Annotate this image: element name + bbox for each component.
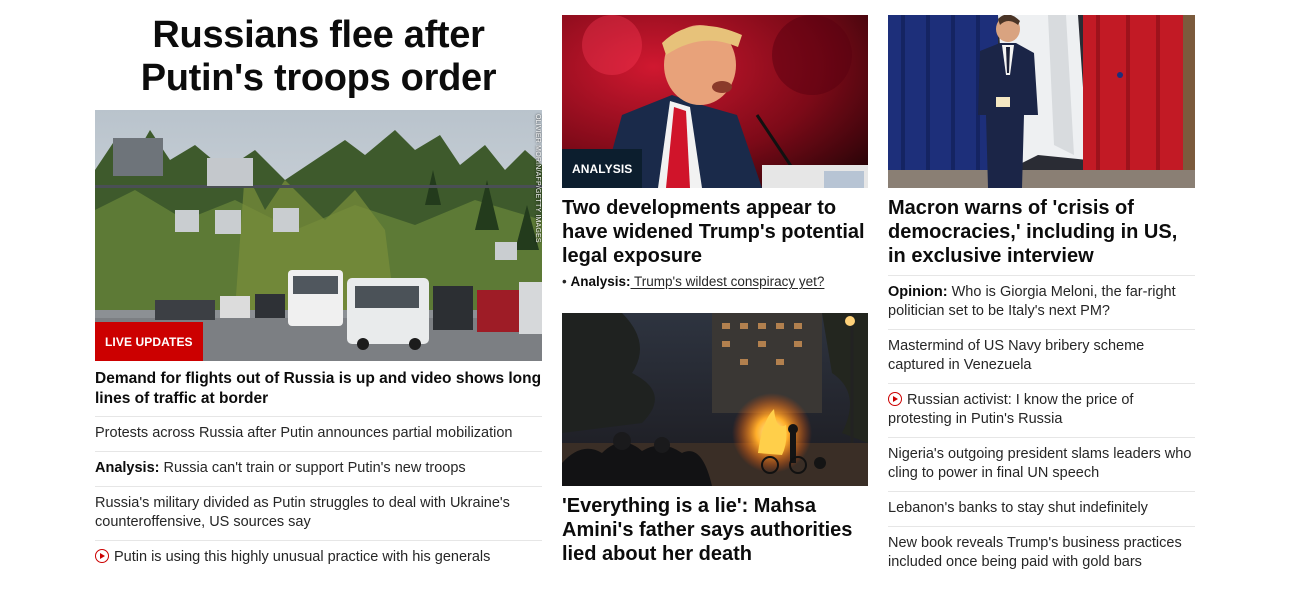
list-item-text: Mastermind of US Navy bribery scheme cap… (888, 338, 1145, 373)
iran-protest-image (562, 313, 868, 486)
list-item-link[interactable]: Lebanon's banks to stay shut indefinitel… (888, 500, 1148, 516)
list-item-text: New book reveals Trump's business practi… (888, 535, 1182, 570)
iran-protest-photo[interactable] (562, 313, 868, 486)
list-item-text: Russian activist: I know the price of pr… (888, 392, 1134, 427)
lead-title-link[interactable]: Russians flee after Putin's troops order (141, 14, 497, 99)
video-play-icon (95, 549, 109, 563)
trump-sub-link: • Analysis: Trump's wildest conspiracy y… (562, 273, 868, 291)
list-item-link[interactable]: Analysis: Russia can't train or support … (95, 460, 466, 476)
analysis-label: Analysis: (95, 460, 160, 476)
list-item: Russia's military divided as Putin strug… (95, 487, 542, 541)
macron-headline[interactable]: Macron warns of 'crisis of democracies,'… (888, 196, 1195, 276)
list-item-link[interactable]: Putin is using this highly unusual pract… (95, 549, 490, 565)
macron-photo[interactable] (888, 15, 1195, 188)
list-item: Protests across Russia after Putin annou… (95, 417, 542, 452)
lead-related-list: Protests across Russia after Putin annou… (95, 417, 542, 575)
list-item-link[interactable]: Russian activist: I know the price of pr… (888, 392, 1133, 427)
list-item-text: Russia's military divided as Putin strug… (95, 495, 510, 530)
list-item-link[interactable]: Nigeria's outgoing president slams leade… (888, 446, 1191, 481)
middle-column: ANALYSIS Two developments appear to have… (562, 0, 868, 566)
list-item-link[interactable]: Opinion: Who is Giorgia Meloni, the far-… (888, 284, 1176, 319)
list-item-text: Protests across Russia after Putin annou… (95, 425, 513, 441)
video-play-icon (888, 392, 902, 406)
list-item: Nigeria's outgoing president slams leade… (888, 438, 1195, 492)
list-item: Lebanon's banks to stay shut indefinitel… (888, 492, 1195, 527)
list-item-text: Russia can't train or support Putin's ne… (159, 460, 466, 476)
list-item-link[interactable]: Protests across Russia after Putin annou… (95, 425, 512, 441)
lead-headline[interactable]: Demand for flights out of Russia is up a… (95, 369, 542, 417)
list-item-link[interactable]: Mastermind of US Navy bribery scheme cap… (888, 338, 1144, 373)
list-item: Putin is using this highly unusual pract… (95, 541, 542, 575)
list-item-link[interactable]: Russia's military divided as Putin strug… (95, 495, 510, 530)
border-traffic-photo[interactable]: OLIVIER MORIN/AFP/GETTY IMAGES LIVE UPDA… (95, 110, 542, 361)
list-item: New book reveals Trump's business practi… (888, 527, 1195, 580)
right-column: Macron warns of 'crisis of democracies,'… (888, 0, 1195, 580)
lead-column: Russians flee after Putin's troops order (95, 0, 542, 575)
list-item: Russian activist: I know the price of pr… (888, 384, 1195, 438)
photo-credit: OLIVIER MORIN/AFP/GETTY IMAGES (534, 114, 541, 243)
live-updates-badge[interactable]: LIVE UPDATES (95, 322, 203, 361)
list-item-text: Putin is using this highly unusual pract… (114, 549, 491, 565)
list-item-link[interactable]: New book reveals Trump's business practi… (888, 535, 1182, 570)
list-item-text: Nigeria's outgoing president slams leade… (888, 446, 1192, 481)
sub-link[interactable]: Trump's wildest conspiracy yet? (631, 274, 824, 289)
list-item: Analysis: Russia can't train or support … (95, 452, 542, 487)
list-item: Mastermind of US Navy bribery scheme cap… (888, 330, 1195, 384)
list-item: Opinion: Who is Giorgia Meloni, the far-… (888, 276, 1195, 330)
list-item-text: Lebanon's banks to stay shut indefinitel… (888, 500, 1148, 516)
macron-image (888, 15, 1195, 188)
trump-headline[interactable]: Two developments appear to have widened … (562, 196, 868, 268)
right-list: Opinion: Who is Giorgia Meloni, the far-… (888, 276, 1195, 580)
lead-title: Russians flee after Putin's troops order (95, 14, 542, 100)
analysis-label: Analysis: (570, 274, 631, 289)
opinion-label: Opinion: (888, 284, 948, 300)
trump-photo[interactable]: ANALYSIS (562, 15, 868, 188)
analysis-badge[interactable]: ANALYSIS (562, 149, 643, 188)
amini-headline[interactable]: 'Everything is a lie': Mahsa Amini's fat… (562, 494, 868, 566)
